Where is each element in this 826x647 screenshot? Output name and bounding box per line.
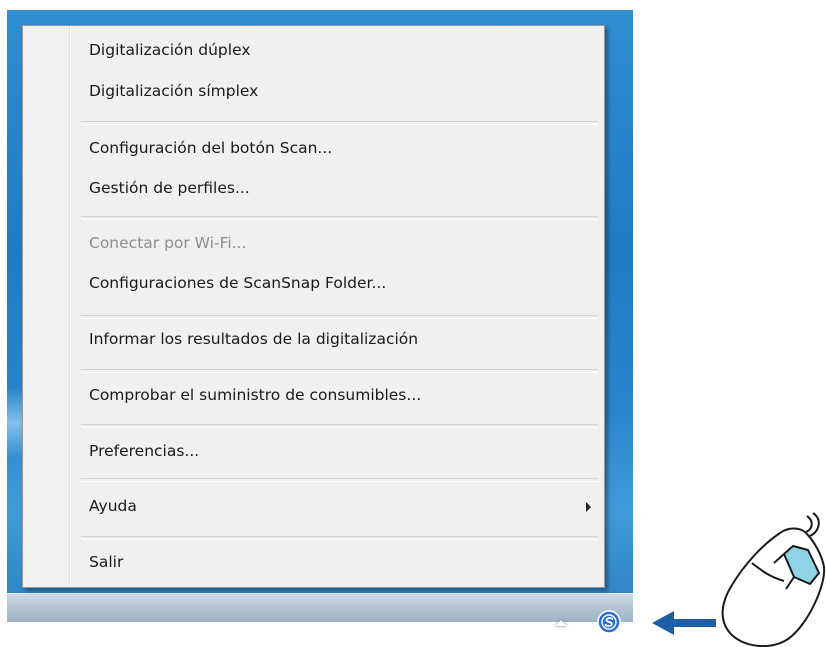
menu-icon-gutter (23, 26, 70, 587)
menu-item-preferences[interactable]: Preferencias... (89, 440, 199, 462)
menu-item-duplex-scan[interactable]: Digitalización dúplex (89, 39, 251, 61)
menu-item-scan-button-settings[interactable]: Configuración del botón Scan... (89, 137, 332, 159)
menu-item-connect-wifi: Conectar por Wi-Fi... (89, 234, 247, 252)
menu-separator (81, 121, 598, 125)
menu-item-report-scan-results[interactable]: Informar los resultados de la digitaliza… (89, 328, 418, 350)
menu-separator (81, 216, 598, 220)
menu-item-simplex-scan[interactable]: Digitalización símplex (89, 80, 258, 102)
menu-separator (81, 424, 598, 428)
scansnap-manager-icon[interactable] (596, 609, 622, 635)
taskbar (7, 593, 633, 622)
menu-separator (81, 315, 598, 319)
mouse-right-click-icon (721, 512, 826, 647)
submenu-arrow-icon (586, 502, 591, 512)
menu-item-profile-management[interactable]: Gestión de perfiles... (89, 177, 250, 199)
menu-separator (81, 536, 598, 540)
context-menu: Digitalización dúplex Digitalización sím… (22, 25, 605, 588)
menu-item-help[interactable]: Ayuda (89, 495, 137, 517)
menu-separator (81, 369, 598, 373)
menu-item-check-consumables[interactable]: Comprobar el suministro de consumibles..… (89, 384, 421, 406)
chevron-up-icon[interactable] (555, 620, 567, 626)
menu-gutter-highlight (70, 26, 71, 587)
menu-separator (81, 478, 598, 482)
desktop-highlight (7, 388, 23, 458)
menu-item-scansnap-folder-settings[interactable]: Configuraciones de ScanSnap Folder... (89, 272, 386, 294)
menu-item-exit[interactable]: Salir (89, 551, 123, 573)
